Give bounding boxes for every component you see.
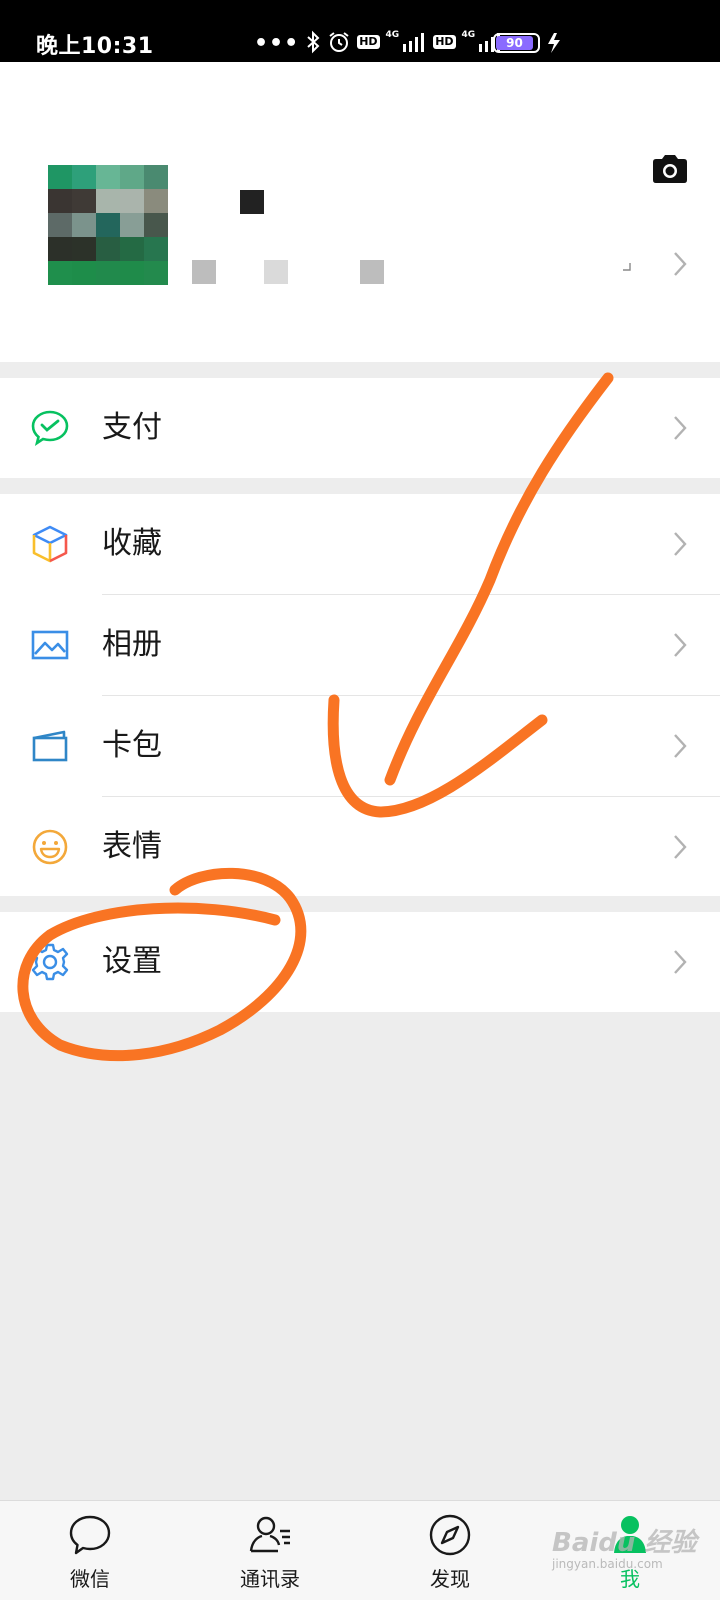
wechat-id-redacted	[192, 260, 216, 284]
menu-item-label: 收藏	[102, 526, 162, 561]
alarm-icon	[329, 32, 349, 52]
watermark-url: jingyan.baidu.com	[552, 1557, 663, 1571]
pay-card: 支付	[0, 378, 720, 478]
chevron-right-icon	[674, 252, 687, 276]
photo-album-icon	[31, 630, 69, 660]
contacts-icon	[249, 1516, 290, 1553]
charging-icon	[548, 33, 560, 53]
hd-badge: HD	[433, 35, 456, 49]
chat-bubble-icon	[69, 1515, 111, 1555]
nickname-redacted	[240, 190, 264, 214]
status-time: 晚上10:31	[36, 34, 154, 59]
settings-card: 设置	[0, 912, 720, 1012]
compass-icon	[429, 1514, 471, 1556]
menu-item-label: 相册	[102, 627, 162, 662]
more-dots-icon: •••	[254, 31, 300, 56]
chevron-right-icon	[674, 532, 687, 556]
wechat-pay-icon	[31, 410, 69, 446]
battery-level: 90	[496, 36, 533, 50]
menu-item-label: 卡包	[102, 728, 162, 763]
network-label: 4G	[385, 30, 400, 40]
network-label: 4G	[461, 30, 476, 40]
camera-icon[interactable]	[651, 154, 689, 184]
wechat-id-redacted	[360, 260, 384, 284]
profile-header[interactable]	[0, 62, 720, 362]
tab-contacts[interactable]: 通讯录	[210, 1501, 330, 1600]
menu-item-pay[interactable]: 支付	[0, 378, 720, 478]
tab-label: 发现	[430, 1567, 470, 1591]
menu-item-favorites[interactable]: 收藏	[0, 494, 720, 594]
tab-discover[interactable]: 发现	[390, 1501, 510, 1600]
chevron-right-icon	[674, 950, 687, 974]
tab-chats[interactable]: 微信	[30, 1501, 150, 1600]
gear-icon	[31, 943, 69, 981]
status-icons: ••• HD 4G HD 4G	[254, 30, 503, 56]
card-wallet-icon	[32, 730, 68, 762]
bluetooth-icon	[307, 30, 320, 54]
favorites-cube-icon	[32, 525, 68, 563]
tab-label: 微信	[70, 1567, 110, 1591]
hd-badge: HD	[357, 35, 380, 49]
menu-item-label: 支付	[102, 410, 162, 445]
smiley-face-icon	[32, 829, 68, 865]
features-card: 收藏 相册 卡包 表情	[0, 494, 720, 896]
wechat-id-redacted	[264, 260, 288, 284]
menu-item-label: 表情	[102, 829, 162, 864]
chevron-right-icon	[674, 416, 687, 440]
watermark-brand: Baidu 经验	[552, 1528, 697, 1558]
chevron-right-icon	[674, 835, 687, 859]
status-bar: 晚上10:31 ••• HD 4G HD 4G 90	[0, 0, 720, 62]
avatar[interactable]	[48, 165, 168, 285]
menu-item-album[interactable]: 相册	[0, 595, 720, 695]
baidu-watermark: Baidu 经验 jingyan.baidu.com	[552, 1522, 696, 1571]
signal-icon	[403, 33, 425, 52]
tab-label: 通讯录	[240, 1567, 300, 1591]
battery-icon: 90	[493, 33, 540, 53]
chevron-right-icon	[674, 633, 687, 657]
chevron-right-icon	[674, 734, 687, 758]
menu-item-label: 设置	[102, 944, 162, 979]
menu-item-stickers[interactable]: 表情	[0, 797, 720, 897]
status-mark-icon	[623, 263, 631, 271]
menu-item-cards[interactable]: 卡包	[0, 696, 720, 796]
menu-item-settings[interactable]: 设置	[0, 912, 720, 1012]
